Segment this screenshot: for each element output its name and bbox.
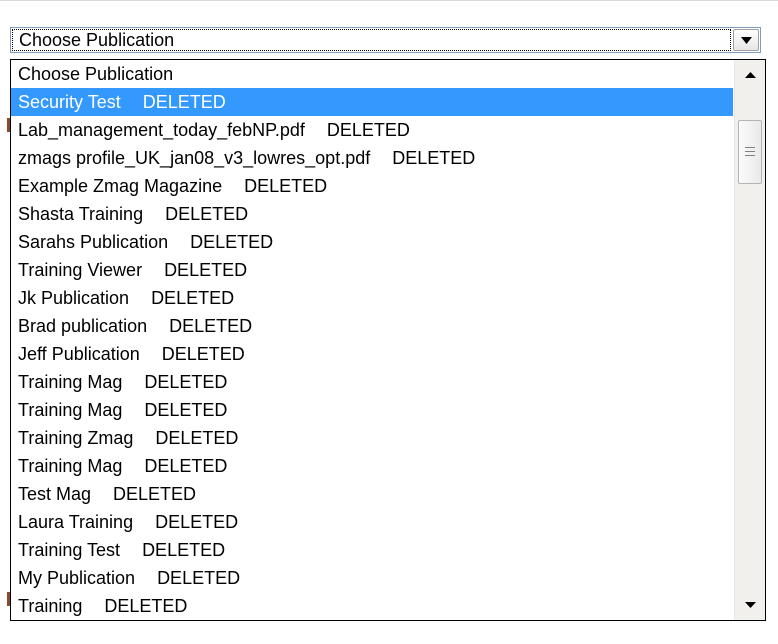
chevron-down-icon	[741, 37, 752, 44]
option-label: Lab_management_today_febNP.pdf	[18, 120, 305, 140]
option-label: Training	[18, 596, 83, 616]
option-item[interactable]: My Publication DELETED	[11, 564, 733, 592]
option-status: DELETED	[157, 568, 241, 588]
option-item[interactable]: Jeff Publication DELETED	[11, 340, 733, 368]
option-label: Security Test	[18, 92, 121, 112]
option-label: Shasta Training	[18, 204, 144, 224]
vertical-scrollbar[interactable]	[734, 60, 765, 620]
option-item[interactable]: Training Mag DELETED	[11, 396, 733, 424]
publication-select[interactable]: Choose Publication	[10, 27, 761, 53]
option-label: My Publication	[18, 568, 136, 588]
option-status: DELETED	[155, 512, 239, 532]
option-label: Training Test	[18, 540, 121, 560]
select-dropdown-button[interactable]	[733, 29, 759, 51]
option-item[interactable]: Shasta Training DELETED	[11, 200, 733, 228]
option-item[interactable]: zmags profile_UK_jan08_v3_lowres_opt.pdf…	[11, 144, 733, 172]
option-item[interactable]: Brad publication DELETED	[11, 312, 733, 340]
option-status: DELETED	[161, 344, 245, 364]
option-status: DELETED	[142, 540, 226, 560]
option-status: DELETED	[392, 148, 476, 168]
select-current-value: Choose Publication	[12, 29, 731, 51]
option-item[interactable]: Lab_management_today_febNP.pdf DELETED	[11, 116, 733, 144]
option-status: DELETED	[113, 484, 197, 504]
option-item[interactable]: Training Mag DELETED	[11, 368, 733, 396]
option-status: DELETED	[144, 400, 228, 420]
option-item[interactable]: Example Zmag Magazine DELETED	[11, 172, 733, 200]
option-label: Training Mag	[18, 456, 123, 476]
option-item[interactable]: Sarahs Publication DELETED	[11, 228, 733, 256]
option-item[interactable]: Choose Publication	[11, 60, 733, 88]
option-item[interactable]: Laura Training DELETED	[11, 508, 733, 536]
option-item[interactable]: Jk Publication DELETED	[11, 284, 733, 312]
scroll-down-button[interactable]	[735, 590, 765, 620]
option-label: Sarahs Publication	[18, 232, 169, 252]
option-status: DELETED	[142, 92, 226, 112]
publication-picker: Choose Publication Choose Publication Sec…	[0, 0, 778, 644]
scroll-down-arrow-icon	[745, 602, 756, 608]
option-status: DELETED	[144, 372, 228, 392]
option-label: Test Mag	[18, 484, 92, 504]
option-item[interactable]: Training Test DELETED	[11, 536, 733, 564]
option-status: DELETED	[151, 288, 235, 308]
option-label: Laura Training	[18, 512, 134, 532]
option-label: Training Mag	[18, 400, 123, 420]
option-label: Jk Publication	[18, 288, 130, 308]
option-status: DELETED	[144, 456, 228, 476]
option-status: DELETED	[155, 428, 239, 448]
option-label: Choose Publication	[18, 64, 174, 84]
option-item[interactable]: Training Mag DELETED	[11, 452, 733, 480]
option-item[interactable]: Training DELETED	[11, 592, 733, 620]
option-status: DELETED	[244, 176, 328, 196]
option-label: zmags profile_UK_jan08_v3_lowres_opt.pdf	[18, 148, 371, 168]
option-item[interactable]: Training Viewer DELETED	[11, 256, 733, 284]
option-status: DELETED	[164, 260, 248, 280]
option-item[interactable]: Test Mag DELETED	[11, 480, 733, 508]
scroll-up-arrow-icon	[745, 72, 756, 78]
option-label: Training Zmag	[18, 428, 134, 448]
option-status: DELETED	[190, 232, 274, 252]
option-status: DELETED	[326, 120, 410, 140]
option-list: Choose Publication Security Test DELETED La…	[11, 60, 733, 620]
grip-icon	[745, 147, 755, 156]
option-label: Brad publication	[18, 316, 148, 336]
option-label: Training Mag	[18, 372, 123, 392]
publication-dropdown-list: Choose Publication Security Test DELETED La…	[10, 59, 766, 621]
scroll-up-button[interactable]	[735, 60, 765, 90]
option-label: Jeff Publication	[18, 344, 140, 364]
option-status: DELETED	[104, 596, 188, 616]
scrollbar-thumb[interactable]	[738, 120, 762, 184]
option-label: Training Viewer	[18, 260, 143, 280]
option-item[interactable]: Training Zmag DELETED	[11, 424, 733, 452]
option-status: DELETED	[165, 204, 249, 224]
divider	[0, 0, 778, 1]
option-label: Example Zmag Magazine	[18, 176, 223, 196]
option-item-selected[interactable]: Security Test DELETED	[11, 88, 733, 116]
option-status: DELETED	[169, 316, 253, 336]
